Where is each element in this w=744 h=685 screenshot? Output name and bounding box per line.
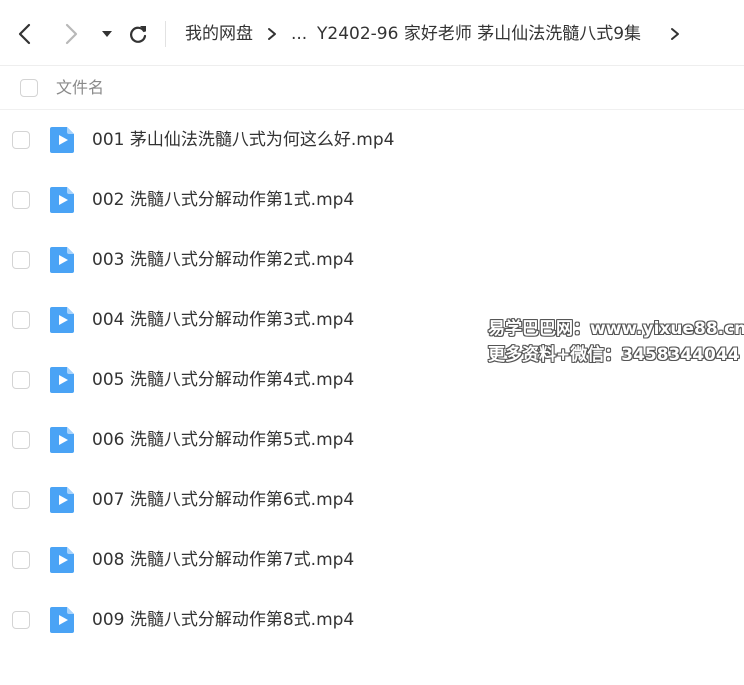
file-checkbox[interactable]: [12, 191, 30, 209]
file-checkbox[interactable]: [12, 251, 30, 269]
file-row[interactable]: 007 洗髓八式分解动作第6式.mp4: [0, 470, 744, 530]
forward-button[interactable]: [60, 22, 82, 46]
breadcrumb-root[interactable]: 我的网盘: [185, 23, 253, 45]
file-name: 009 洗髓八式分解动作第8式.mp4: [92, 610, 355, 630]
chevron-right-icon: [65, 23, 78, 45]
breadcrumb-separator-icon: [671, 28, 679, 40]
chevron-left-icon: [18, 23, 31, 45]
file-checkbox[interactable]: [12, 551, 30, 569]
select-all-checkbox[interactable]: [20, 79, 38, 97]
file-checkbox[interactable]: [12, 311, 30, 329]
breadcrumb-separator-icon: [268, 28, 276, 40]
refresh-button[interactable]: [127, 22, 149, 46]
file-row[interactable]: 002 洗髓八式分解动作第1式.mp4: [0, 170, 744, 230]
file-name: 008 洗髓八式分解动作第7式.mp4: [92, 550, 355, 570]
file-name: 004 洗髓八式分解动作第3式.mp4: [92, 310, 355, 330]
video-file-icon: [50, 367, 74, 393]
breadcrumb-current[interactable]: Y2402-96 家好老师 茅山仙法洗髓八式9集: [317, 23, 641, 45]
file-name: 006 洗髓八式分解动作第5式.mp4: [92, 430, 355, 450]
file-checkbox[interactable]: [12, 491, 30, 509]
file-row[interactable]: 008 洗髓八式分解动作第7式.mp4: [0, 530, 744, 590]
file-name: 001 茅山仙法洗髓八式为何这么好.mp4: [92, 130, 395, 150]
file-checkbox[interactable]: [12, 371, 30, 389]
file-row[interactable]: 009 洗髓八式分解动作第8式.mp4: [0, 590, 744, 650]
file-row[interactable]: 006 洗髓八式分解动作第5式.mp4: [0, 410, 744, 470]
file-row[interactable]: 001 茅山仙法洗髓八式为何这么好.mp4: [0, 110, 744, 170]
video-file-icon: [50, 307, 74, 333]
file-row[interactable]: 003 洗髓八式分解动作第2式.mp4: [0, 230, 744, 290]
history-dropdown-button[interactable]: [98, 22, 120, 46]
file-name: 002 洗髓八式分解动作第1式.mp4: [92, 190, 355, 210]
watermark-line-2: 更多资料+微信：3458344044: [488, 345, 740, 365]
file-checkbox[interactable]: [12, 611, 30, 629]
video-file-icon: [50, 247, 74, 273]
video-file-icon: [50, 487, 74, 513]
video-file-icon: [50, 547, 74, 573]
file-checkbox[interactable]: [12, 431, 30, 449]
file-checkbox[interactable]: [12, 131, 30, 149]
column-header-filename[interactable]: 文件名: [56, 77, 104, 99]
list-header: 文件名: [0, 66, 744, 110]
breadcrumb-ellipsis[interactable]: ...: [291, 23, 307, 45]
file-name: 005 洗髓八式分解动作第4式.mp4: [92, 370, 355, 390]
file-name: 007 洗髓八式分解动作第6式.mp4: [92, 490, 355, 510]
watermark: 易学巴巴网：www.yixue88.cn 更多资料+微信：3458344044: [488, 316, 744, 368]
video-file-icon: [50, 127, 74, 153]
refresh-icon: [130, 26, 147, 43]
caret-down-icon: [102, 31, 112, 37]
video-file-icon: [50, 187, 74, 213]
file-name: 003 洗髓八式分解动作第2式.mp4: [92, 250, 355, 270]
back-button[interactable]: [14, 22, 36, 46]
toolbar: 我的网盘 ... Y2402-96 家好老师 茅山仙法洗髓八式9集: [0, 0, 744, 66]
video-file-icon: [50, 427, 74, 453]
watermark-line-1: 易学巴巴网：www.yixue88.cn: [488, 319, 744, 339]
toolbar-divider: [165, 21, 166, 47]
video-file-icon: [50, 607, 74, 633]
